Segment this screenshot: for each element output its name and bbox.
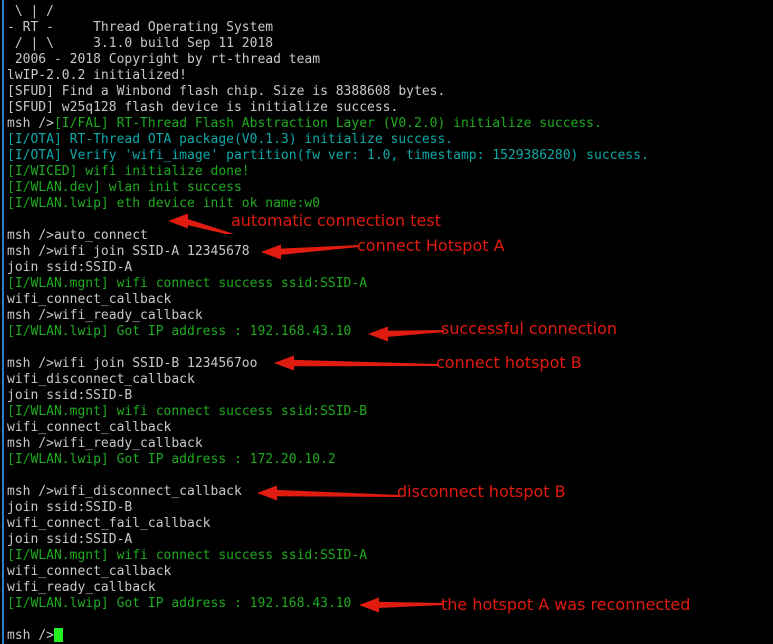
terminal-line: msh />auto_connect [7,228,148,243]
terminal-line: msh /> [7,628,767,644]
terminal-line: - RT - Thread Operating System [7,20,274,35]
terminal-line: wifi_connect_fail_callback [7,516,211,531]
terminal-line: [I/WICED] wifi initialize done! [7,164,250,179]
terminal-line: [I/WLAN.lwip] Got IP address : 192.168.4… [7,596,352,611]
prompt-text: msh /> [7,116,54,131]
terminal-line: [I/WLAN.mgnt] wifi connect success ssid:… [7,404,368,419]
terminal-line: msh />wifi_ready_callback [7,308,203,323]
terminal-window[interactable]: \ | / - RT - Thread Operating System / | … [0,0,773,644]
terminal-line: [I/OTA] RT-Thread OTA package(V0.1.3) in… [7,132,454,147]
terminal-line: [I/OTA] Verify 'wifi_image' partition(fw… [7,148,649,163]
terminal-line: [I/WLAN.dev] wlan init success [7,180,242,195]
log-text: [I/FAL] RT-Thread Flash Abstraction Laye… [53,116,602,131]
left-rail-indicator [2,0,4,644]
terminal-line: \ | / [7,4,54,19]
terminal-line: [I/WLAN.mgnt] wifi connect success ssid:… [7,548,368,563]
terminal-line: msh />wifi join SSID-A 12345678 [7,244,250,259]
terminal-line: msh />[I/FAL] RT-Thread Flash Abstractio… [7,116,767,132]
terminal-line: msh />wifi_ready_callback [7,436,203,451]
terminal-line: join ssid:SSID-A [7,260,133,275]
terminal-line: msh />wifi_disconnect_callback [7,484,242,499]
terminal-line: join ssid:SSID-A [7,532,133,547]
terminal-line: wifi_connect_callback [7,420,172,435]
prompt-text: msh /> [7,628,54,643]
terminal-line: join ssid:SSID-B [7,500,133,515]
terminal-line: 2006 - 2018 Copyright by rt-thread team [7,52,321,67]
terminal-line: [I/WLAN.mgnt] wifi connect success ssid:… [7,276,368,291]
terminal-line: [SFUD] Find a Winbond flash chip. Size i… [7,84,446,99]
terminal-line: wifi_ready_callback [7,580,156,595]
terminal-line: lwIP-2.0.2 initialized! [7,68,188,83]
text-cursor[interactable] [53,628,63,642]
terminal-line: [SFUD] w25q128 flash device is initializ… [7,100,399,115]
terminal-line: msh />wifi join SSID-B 1234567oo [7,356,258,371]
terminal-line: join ssid:SSID-B [7,388,133,403]
terminal-line: wifi_disconnect_callback [7,372,195,387]
terminal-line: / | \ 3.1.0 build Sep 11 2018 [7,36,274,51]
terminal-line: [I/WLAN.lwip] Got IP address : 192.168.4… [7,324,352,339]
terminal-line: wifi_connect_callback [7,564,172,579]
terminal-line: [I/WLAN.lwip] eth device init ok name:w0 [7,196,321,211]
terminal-line: wifi_connect_callback [7,292,172,307]
terminal-line: [I/WLAN.lwip] Got IP address : 172.20.10… [7,452,336,467]
terminal-output[interactable]: \ | / - RT - Thread Operating System / | … [7,4,767,644]
